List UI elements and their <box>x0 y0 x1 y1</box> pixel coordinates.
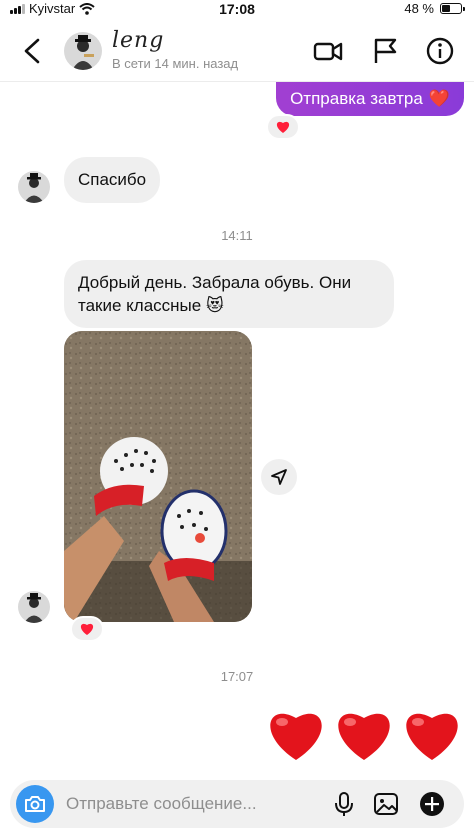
sent-message[interactable]: Отправка завтра ❤️ <box>276 82 464 116</box>
battery-icon <box>440 3 465 14</box>
received-message[interactable]: Спасибо <box>64 157 161 203</box>
heart-icon <box>270 713 322 760</box>
battery-group: 48 % <box>404 1 465 16</box>
microphone-icon[interactable] <box>330 790 358 818</box>
info-icon[interactable] <box>424 36 456 66</box>
timestamp: 14:11 <box>221 228 253 243</box>
video-call-icon[interactable] <box>312 36 344 66</box>
heart-emoji-message[interactable] <box>266 706 462 762</box>
reaction-heart-icon[interactable] <box>266 114 300 140</box>
avatar[interactable] <box>64 32 102 70</box>
online-status: В сети 14 мин. назад <box>112 56 239 71</box>
share-button[interactable] <box>261 459 297 495</box>
heart-emoji: ❤️ <box>428 89 450 108</box>
back-icon[interactable] <box>18 36 46 66</box>
clock: 17:08 <box>219 1 255 17</box>
heart-icon <box>406 713 458 760</box>
chat-header: leng В сети 14 мин. назад <box>0 20 474 82</box>
heart-icon <box>338 713 390 760</box>
reaction-heart-icon[interactable] <box>70 616 104 642</box>
cat-emoji: 😻 <box>205 296 224 315</box>
avatar[interactable] <box>18 591 50 623</box>
contact-name[interactable]: leng <box>112 28 164 53</box>
battery-percent: 48 % <box>404 1 434 16</box>
message-composer: Отправьте сообщение... <box>10 780 464 828</box>
add-icon[interactable] <box>418 790 446 818</box>
status-bar: Kyivstar 17:08 48 % <box>0 0 474 20</box>
received-message-text: Спасибо <box>78 170 147 189</box>
gallery-icon[interactable] <box>372 790 400 818</box>
avatar[interactable] <box>18 171 50 203</box>
sent-message-text: Отправка завтра <box>290 89 423 108</box>
camera-icon <box>25 796 45 812</box>
camera-button[interactable] <box>16 785 54 823</box>
flag-icon[interactable] <box>370 36 402 66</box>
shoe-photo[interactable] <box>64 331 252 622</box>
message-input[interactable]: Отправьте сообщение... <box>66 794 257 814</box>
timestamp: 17:07 <box>220 669 254 684</box>
send-icon <box>271 469 287 485</box>
received-message[interactable]: Добрый день. Забрала обувь. Они такие кл… <box>64 260 394 328</box>
